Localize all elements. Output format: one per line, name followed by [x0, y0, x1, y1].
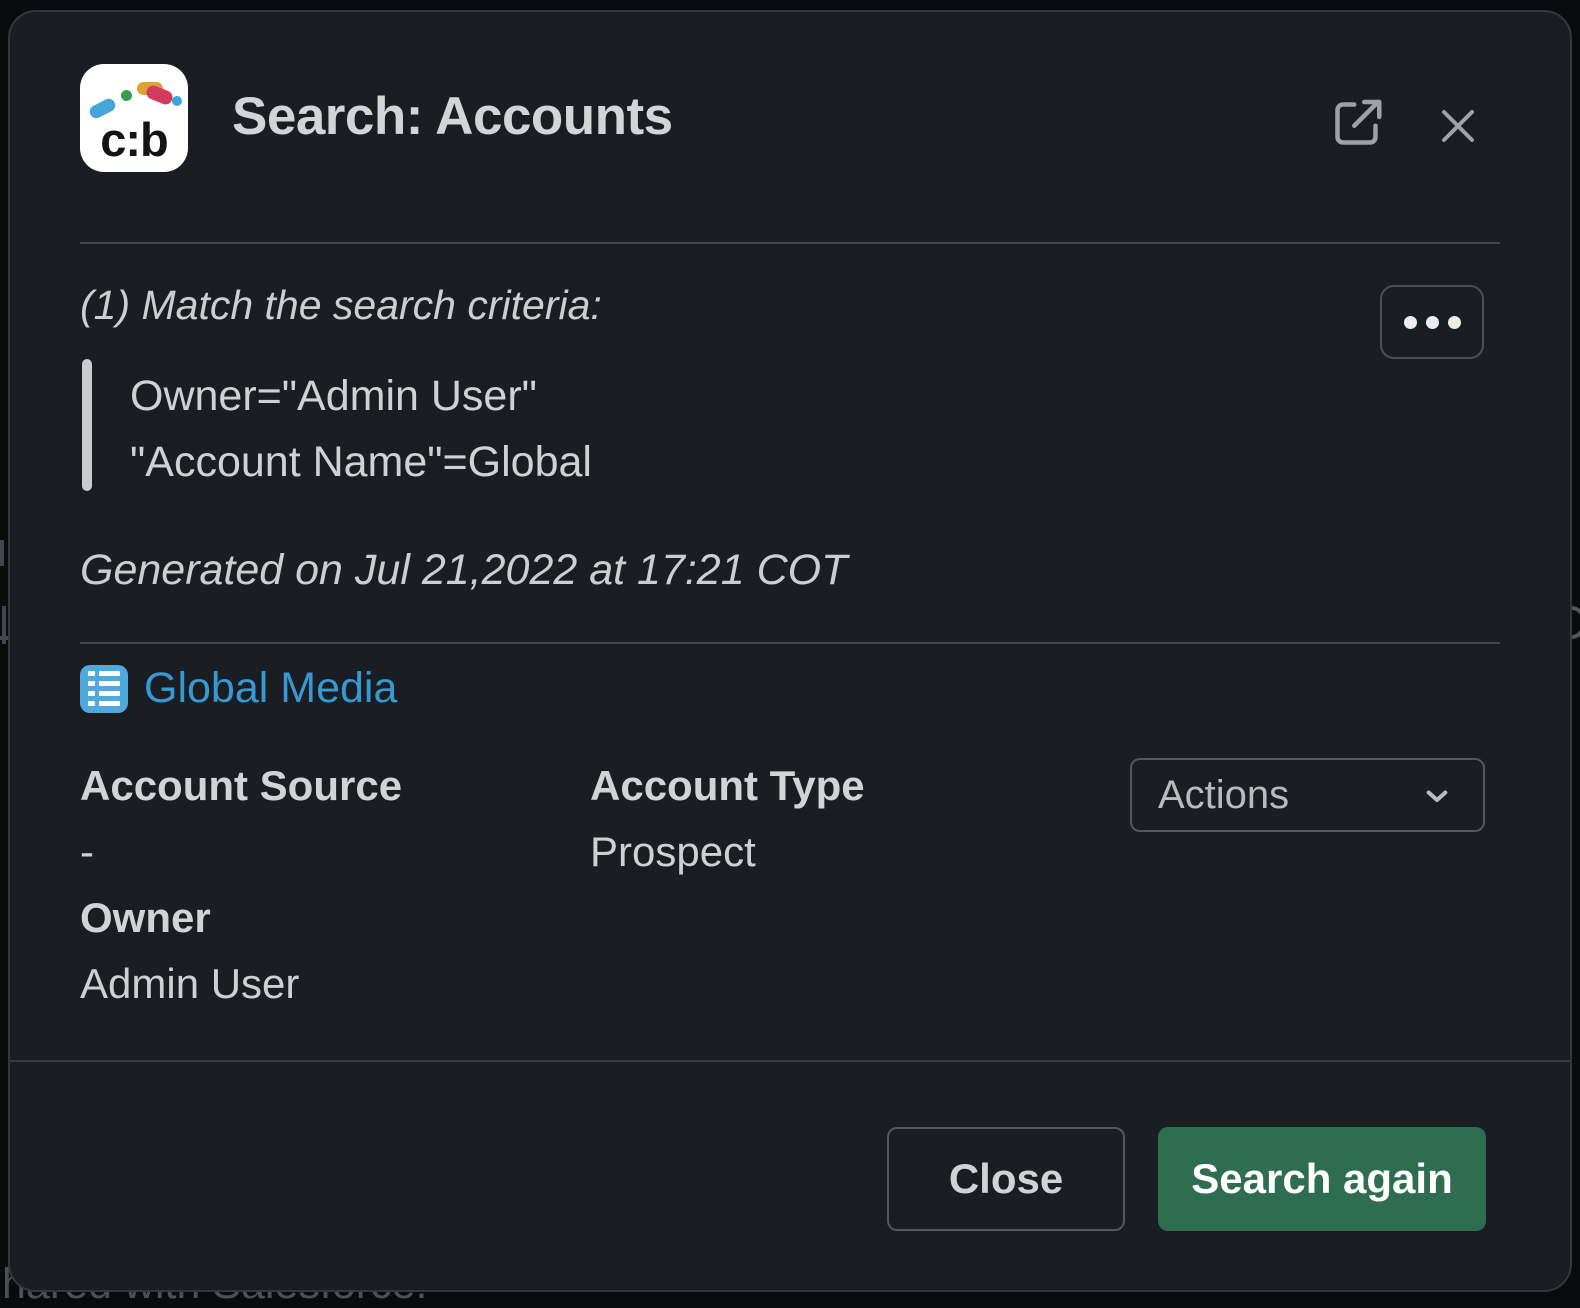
- blockquote-bar: [82, 359, 92, 491]
- content-divider: [80, 642, 1500, 644]
- more-options-button[interactable]: [1380, 285, 1484, 359]
- logo-dot-blue: [172, 96, 182, 106]
- field-label-account-type: Account Type: [590, 762, 865, 810]
- screen: hared with Salesforce. D c:b Search: Acc…: [0, 0, 1580, 1308]
- logo-dot-red-pill: [144, 83, 174, 106]
- criteria-line: "Account Name"=Global: [130, 429, 592, 495]
- chevron-down-icon: [1417, 775, 1457, 815]
- close-button[interactable]: Close: [887, 1127, 1125, 1231]
- search-accounts-modal: c:b Search: Accounts (1) Match the searc…: [8, 10, 1572, 1292]
- actions-dropdown-label: Actions: [1158, 773, 1417, 818]
- generated-timestamp: Generated on Jul 21,2022 at 17:21 COT: [80, 546, 847, 595]
- search-again-button[interactable]: Search again: [1158, 1127, 1486, 1231]
- criteria-line: Owner="Admin User": [130, 363, 592, 429]
- logo-dot-green: [121, 90, 132, 101]
- field-value-owner: Admin User: [80, 960, 299, 1008]
- field-label-account-source: Account Source: [80, 762, 402, 810]
- field-label-owner: Owner: [80, 894, 211, 942]
- modal-title: Search: Accounts: [232, 88, 673, 146]
- record-list-icon: [80, 665, 128, 713]
- search-criteria-quote: Owner="Admin User" "Account Name"=Global: [130, 363, 592, 495]
- ellipsis-icon: [1404, 316, 1417, 329]
- footer-divider: [10, 1060, 1570, 1062]
- criteria-heading: (1) Match the search criteria:: [80, 282, 602, 329]
- close-icon[interactable]: [1434, 102, 1482, 155]
- field-value-account-type: Prospect: [590, 828, 756, 876]
- field-value-account-source: -: [80, 828, 94, 876]
- dimmed-background-mark: [0, 540, 4, 566]
- open-external-icon[interactable]: [1328, 92, 1388, 157]
- app-logo-text: c:b: [80, 112, 188, 167]
- record-row: Global Media: [80, 664, 397, 713]
- record-link[interactable]: Global Media: [144, 664, 397, 713]
- header-divider: [80, 242, 1500, 244]
- actions-dropdown[interactable]: Actions: [1130, 758, 1485, 832]
- app-logo: c:b: [80, 64, 188, 172]
